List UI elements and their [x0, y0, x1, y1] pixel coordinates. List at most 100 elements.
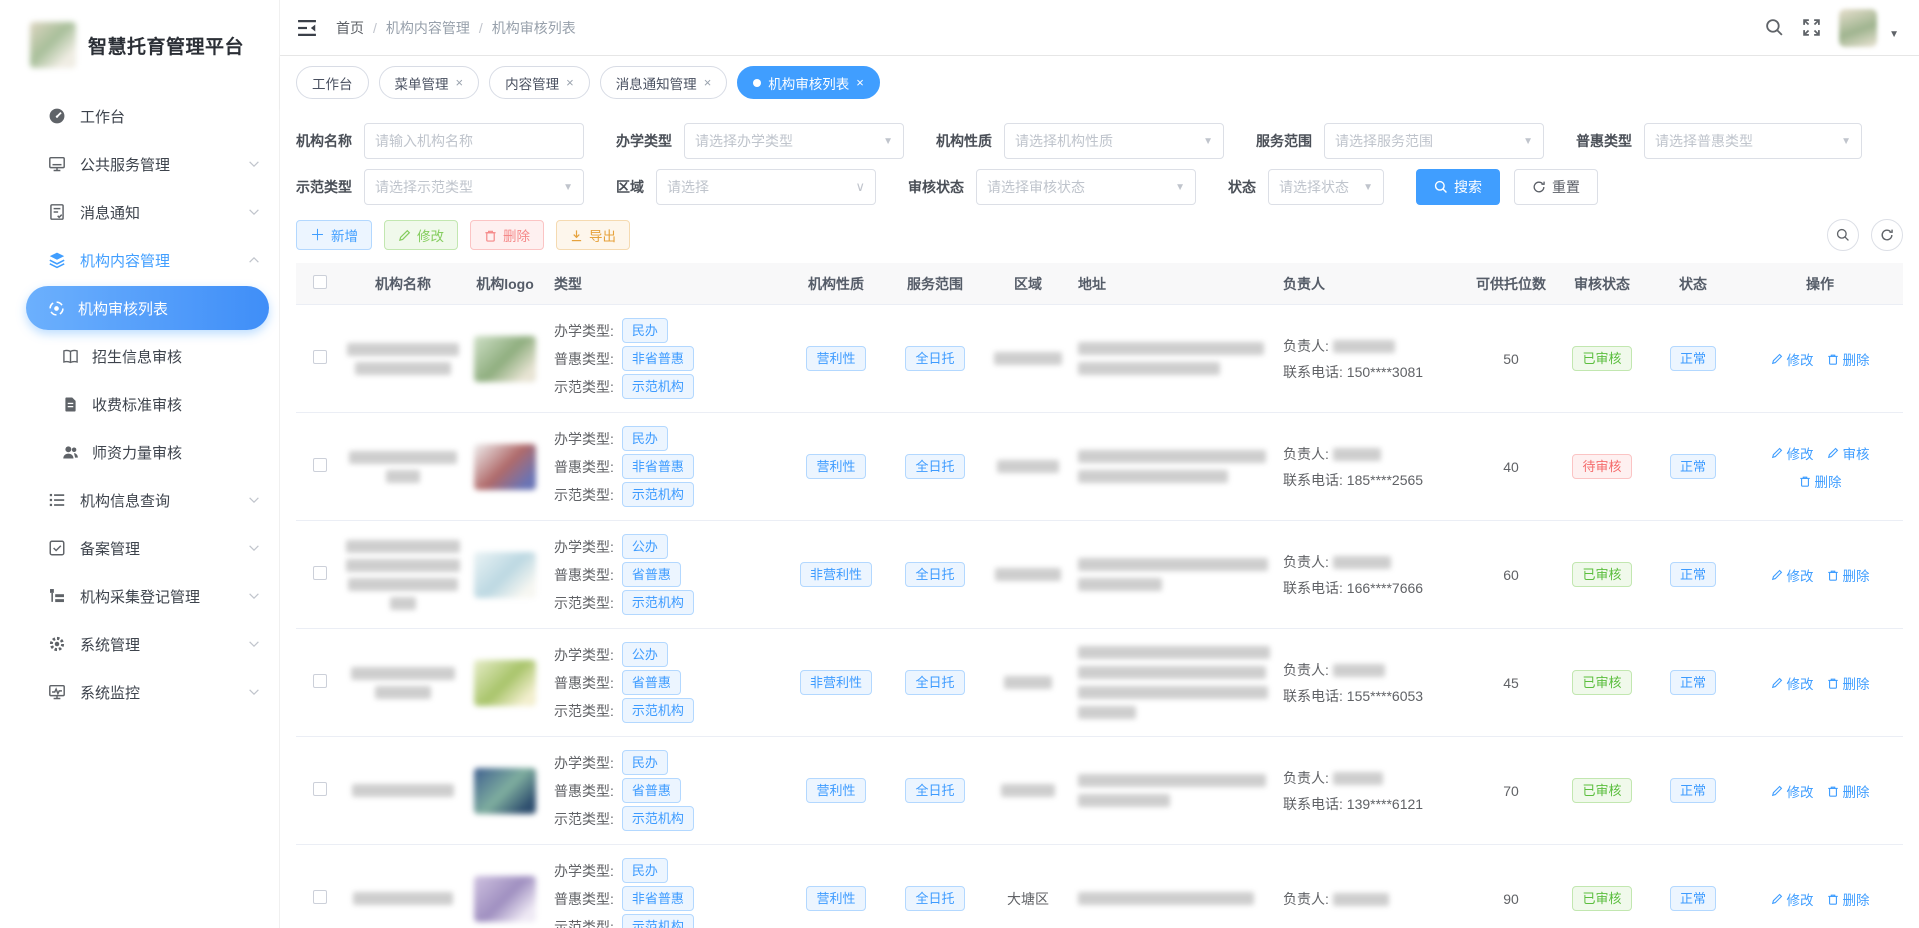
close-icon[interactable]: × — [856, 75, 864, 90]
filter-control[interactable]: ▼ — [1324, 123, 1544, 159]
demo-type-label: 示范类型: — [554, 377, 614, 397]
audit-status-badge: 已审核 — [1572, 886, 1631, 911]
filter-control[interactable]: ▼ — [1644, 123, 1862, 159]
filter-control[interactable]: ▼ — [1268, 169, 1384, 205]
op-0-link[interactable]: 修改 — [1771, 565, 1814, 585]
op-1-link[interactable]: 删除 — [1827, 781, 1870, 801]
op-0-link[interactable]: 修改 — [1771, 889, 1814, 909]
sidebar-item-8[interactable]: 系统监控 — [0, 668, 279, 716]
search-icon[interactable] — [1765, 18, 1784, 37]
sidebar-item-4[interactable]: 机构信息查询 — [0, 476, 279, 524]
tab-2[interactable]: 内容管理 × — [489, 66, 590, 99]
op-1-link[interactable]: 删除 — [1827, 673, 1870, 693]
breadcrumb-item-2[interactable]: 机构审核列表 — [492, 18, 576, 38]
demo-type-label: 示范类型: — [554, 593, 614, 613]
select-all-checkbox[interactable] — [313, 275, 327, 289]
breadcrumb-item-1[interactable]: 机构内容管理 — [386, 18, 470, 38]
filter-input-0[interactable] — [375, 133, 573, 149]
sidebar-item-3[interactable]: 机构内容管理 — [0, 236, 279, 284]
org-name-cell — [344, 784, 462, 797]
row-checkbox[interactable] — [313, 458, 327, 472]
op-0-link[interactable]: 修改 — [1771, 781, 1814, 801]
filter-control[interactable]: ▼ — [364, 169, 584, 205]
tab-1[interactable]: 菜单管理 × — [379, 66, 480, 99]
edit-icon — [398, 229, 411, 242]
sidebar-toggle-icon[interactable] — [296, 17, 318, 39]
refresh-icon[interactable] — [1871, 219, 1903, 251]
filter-select-8[interactable] — [1279, 179, 1357, 195]
manager-phone: 联系电话: 139****6121 — [1283, 791, 1461, 817]
toggle-search-icon[interactable] — [1827, 219, 1859, 251]
filter-select-7[interactable] — [987, 179, 1169, 195]
sidebar-item-label: 机构采集登记管理 — [80, 586, 247, 607]
user-avatar[interactable] — [1839, 9, 1877, 47]
row-checkbox[interactable] — [313, 674, 327, 688]
edit-icon — [1771, 677, 1783, 689]
row-checkbox[interactable] — [313, 350, 327, 364]
filter-select-2[interactable] — [1015, 133, 1197, 149]
close-icon[interactable]: × — [456, 75, 464, 90]
edit-button[interactable]: 修改 — [384, 220, 458, 250]
op-1-link[interactable]: 删除 — [1827, 349, 1870, 369]
breadcrumb-item-0[interactable]: 首页 — [336, 18, 364, 38]
sidebar-item-5[interactable]: 备案管理 — [0, 524, 279, 572]
tab-3[interactable]: 消息通知管理 × — [600, 66, 728, 99]
add-button[interactable]: ＋ 新增 — [296, 220, 372, 250]
op-0-link[interactable]: 修改 — [1771, 673, 1814, 693]
filter-control[interactable]: ▼ — [976, 169, 1196, 205]
chevron-down-icon: ▼ — [1169, 182, 1185, 193]
sidebar-subitem-3-3[interactable]: 师资力量审核 — [0, 428, 279, 476]
op-1-link[interactable]: 删除 — [1827, 565, 1870, 585]
filter-select-1[interactable] — [695, 133, 877, 149]
export-button[interactable]: 导出 — [556, 220, 630, 250]
op-0-link[interactable]: 修改 — [1771, 349, 1814, 369]
edit-icon — [1771, 785, 1783, 797]
region-cell — [984, 352, 1072, 365]
close-icon[interactable]: × — [704, 75, 712, 90]
sidebar-item-0[interactable]: 工作台 — [0, 92, 279, 140]
sidebar-item-7[interactable]: 系统管理 — [0, 620, 279, 668]
filter-select-5[interactable] — [375, 179, 557, 195]
filter-control[interactable]: ▼ — [684, 123, 904, 159]
sidebar-item-1[interactable]: 公共服务管理 — [0, 140, 279, 188]
benefit-type-tag: 省普惠 — [622, 562, 681, 587]
fullscreen-icon[interactable] — [1802, 18, 1821, 37]
operations-cell: 修改删除 — [1737, 349, 1903, 369]
tab-4[interactable]: 机构审核列表 × — [737, 66, 880, 99]
filter-select-4[interactable] — [1655, 133, 1835, 149]
school-type-label: 办学类型: — [554, 429, 614, 449]
op-0-link[interactable]: 修改 — [1771, 443, 1814, 463]
delete-button[interactable]: 删除 — [470, 220, 544, 250]
op-1-link[interactable]: 删除 — [1827, 889, 1870, 909]
school-type-tag: 公办 — [622, 642, 668, 667]
reset-button[interactable]: 重置 — [1514, 169, 1598, 205]
org-logo-image — [474, 552, 536, 598]
caret-down-icon[interactable]: ▼ — [1889, 29, 1899, 40]
row-checkbox[interactable] — [313, 890, 327, 904]
sidebar-subitem-3-2[interactable]: 收费标准审核 — [0, 380, 279, 428]
search-button[interactable]: 搜索 — [1416, 169, 1500, 205]
filter-select-3[interactable] — [1335, 133, 1517, 149]
filter-control[interactable]: ∨ — [656, 169, 876, 205]
region-cell — [984, 784, 1072, 797]
filter-control[interactable]: ▼ — [1004, 123, 1224, 159]
column-header-0: 机构名称 — [344, 274, 462, 294]
filter-label: 状态 — [1228, 177, 1256, 197]
sidebar-subitem-3-1[interactable]: 招生信息审核 — [0, 332, 279, 380]
school-type-label: 办学类型: — [554, 645, 614, 665]
slots-value: 40 — [1467, 459, 1555, 475]
sidebar-subitem-3-0[interactable]: 机构审核列表 — [26, 286, 269, 330]
filter-select-6[interactable] — [667, 179, 849, 195]
op-2-link[interactable]: 删除 — [1799, 471, 1842, 491]
close-icon[interactable]: × — [566, 75, 574, 90]
org-logo-cell — [462, 552, 548, 598]
sidebar-item-6[interactable]: 机构采集登记管理 — [0, 572, 279, 620]
sidebar-item-label: 机构信息查询 — [80, 490, 247, 511]
sidebar-item-2[interactable]: 消息通知 — [0, 188, 279, 236]
op-1-link[interactable]: 审核 — [1827, 443, 1870, 463]
row-checkbox[interactable] — [313, 782, 327, 796]
tab-0[interactable]: 工作台 — [296, 66, 369, 99]
org-logo-cell — [462, 444, 548, 490]
filter-control[interactable] — [364, 123, 584, 159]
row-checkbox[interactable] — [313, 566, 327, 580]
